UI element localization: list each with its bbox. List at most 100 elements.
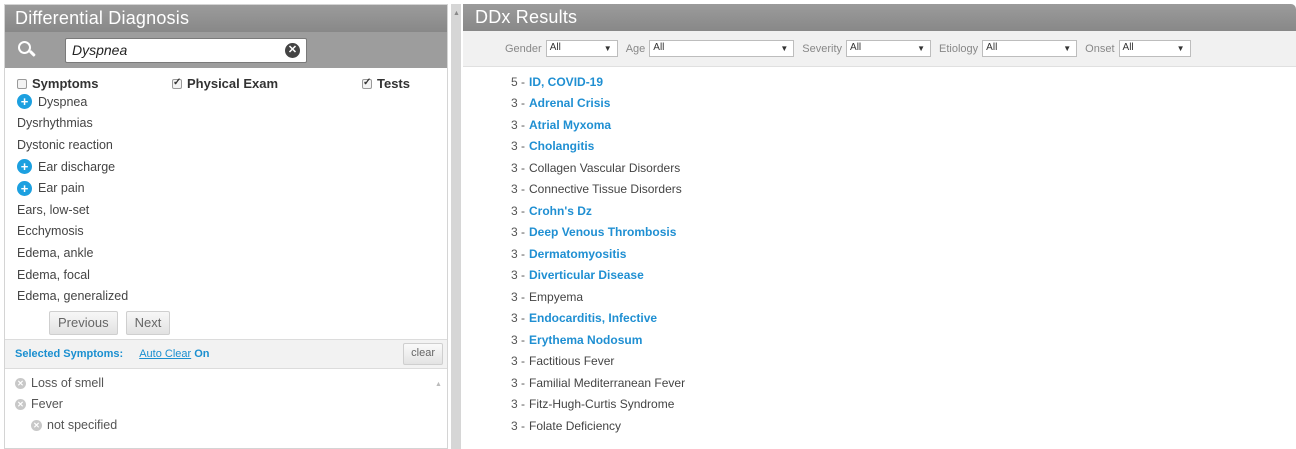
result-name: Familial Mediterranean Fever [529,375,686,390]
list-item[interactable]: Edema, focal [17,264,447,286]
remove-icon[interactable]: ✕ [31,419,42,431]
remove-icon[interactable]: ✕ [15,398,26,410]
onset-select[interactable]: All ▼ [1118,40,1191,57]
auto-clear-link[interactable]: Auto Clear [139,348,191,360]
search-icon[interactable] [13,38,49,62]
result-score: 3 - [511,96,526,111]
list-item[interactable]: Ecchymosis [17,221,447,243]
filter-symptoms[interactable]: Symptoms [17,76,172,91]
result-score: 3 - [511,139,526,154]
result-link[interactable]: Diverticular Disease [529,268,644,282]
result-score: 3 - [511,375,526,390]
filter-label: Gender [505,42,542,55]
list-item[interactable]: Ears, low-set [17,199,447,221]
result-row[interactable]: 3 - Erythema Nodosum [511,329,1296,351]
list-item[interactable]: Edema, ankle [17,242,447,264]
filter-label: Physical Exam [187,76,279,91]
result-link[interactable]: Crohn's Dz [529,204,592,218]
item-label: Dyspnea [38,94,88,109]
clear-search-icon[interactable]: ✕ [285,42,300,58]
result-score: 3 - [511,246,526,261]
select-value: All [653,42,665,53]
result-row: 3 - Factitious Fever [511,351,1296,373]
item-label: Ear discharge [38,159,116,174]
age-select[interactable]: All ▼ [649,40,795,57]
gender-select[interactable]: All ▼ [545,40,618,57]
result-score: 3 - [511,117,526,132]
result-score: 3 - [511,268,526,283]
list-item[interactable]: Dysrhythmias [17,113,447,135]
result-score: 3 - [511,397,526,412]
result-row[interactable]: 3 - Deep Venous Thrombosis [511,222,1296,244]
result-link[interactable]: Endocarditis, Infective [529,311,657,325]
list-item[interactable]: + Ear pain [17,177,447,199]
auto-clear-state[interactable]: On [194,348,209,360]
result-row[interactable]: 3 - Adrenal Crisis [511,93,1296,115]
result-row[interactable]: 3 - Endocarditis, Infective [511,308,1296,330]
remove-icon[interactable]: ✕ [15,377,26,389]
selected-item: ✕ Fever [15,394,447,415]
next-button[interactable]: Next [125,310,171,335]
result-link[interactable]: Erythema Nodosum [529,333,642,347]
result-link[interactable]: Atrial Myxoma [529,118,611,132]
filter-label: Onset [1085,42,1115,55]
ddx-results-panel: DDx Results Gender All ▼ Age All ▼ Severit… [463,4,1296,449]
checkbox-checked-icon[interactable] [172,77,182,89]
checkbox-checked-icon[interactable] [362,77,372,89]
search-input-value: Dyspnea [72,42,128,58]
result-row[interactable]: 3 - Diverticular Disease [511,265,1296,287]
dropdown-caret-icon: ▼ [1176,44,1185,53]
result-row[interactable]: 3 - Cholangitis [511,136,1296,158]
item-label: Ears, low-set [17,202,90,217]
list-item[interactable]: Dystonic reaction [17,134,447,156]
list-item[interactable]: + Dyspnea [17,91,447,113]
result-name: Connective Tissue Disorders [529,182,682,197]
result-link[interactable]: ID, COVID-19 [529,75,603,89]
item-label: Ear pain [38,181,85,196]
result-name: Fitz-Hugh-Curtis Syndrome [529,397,675,412]
selected-symptoms-list: ✕ Loss of smell ✕ Fever ✕ not specified ▲ [5,369,447,439]
plus-circle-icon[interactable]: + [17,159,32,175]
result-link[interactable]: Dermatomyositis [529,247,626,261]
filter-tests[interactable]: Tests [362,76,410,91]
scroll-up-icon[interactable]: ▲ [435,381,442,388]
result-row[interactable]: 3 - Dermatomyositis [511,243,1296,265]
filter-physical-exam[interactable]: Physical Exam [172,76,362,91]
item-label: Edema, ankle [17,245,94,260]
result-row[interactable]: 3 - Atrial Myxoma [511,114,1296,136]
scrollbar[interactable]: ▲ [435,373,443,435]
result-link[interactable]: Cholangitis [529,139,594,153]
item-label: Edema, focal [17,267,90,282]
result-score: 3 - [511,354,526,369]
result-link[interactable]: Adrenal Crisis [529,96,610,110]
checkbox-icon[interactable] [17,78,27,89]
result-link[interactable]: Deep Venous Thrombosis [529,225,676,239]
search-bar: Dyspnea ✕ [5,32,447,68]
collapse-arrow-icon[interactable]: ▲ [453,10,460,17]
list-item[interactable]: Edema, generalized [17,285,447,307]
clear-button[interactable]: clear [403,342,443,365]
item-label: Edema, generalized [17,289,129,304]
filter-label: Symptoms [32,76,99,91]
result-row: 3 - Collagen Vascular Disorders [511,157,1296,179]
differential-diagnosis-panel: Differential Diagnosis Dyspnea ✕ Symptom… [4,4,448,449]
plus-circle-icon[interactable]: + [17,94,32,110]
search-input[interactable]: Dyspnea ✕ [65,37,307,63]
result-score: 3 - [511,225,526,240]
result-score: 5 - [511,74,526,89]
result-row[interactable]: 5 - ID, COVID-19 [511,71,1296,93]
pager: Previous Next [5,307,447,335]
result-score: 3 - [511,289,526,304]
panel-splitter[interactable]: ▲ [451,4,461,449]
result-score: 3 - [511,160,526,175]
result-row[interactable]: 3 - Crohn's Dz [511,200,1296,222]
result-name: Empyema [529,289,584,304]
selected-symptoms-title: Selected Symptoms: [15,347,124,360]
results-filter-bar: Gender All ▼ Age All ▼ Severity All ▼ Etiol… [463,31,1296,67]
etiology-select[interactable]: All ▼ [982,40,1078,57]
previous-button[interactable]: Previous [49,310,118,335]
list-item[interactable]: + Ear discharge [17,156,447,178]
severity-select[interactable]: All ▼ [846,40,932,57]
filter-label: Severity [802,42,843,55]
plus-circle-icon[interactable]: + [17,180,32,196]
